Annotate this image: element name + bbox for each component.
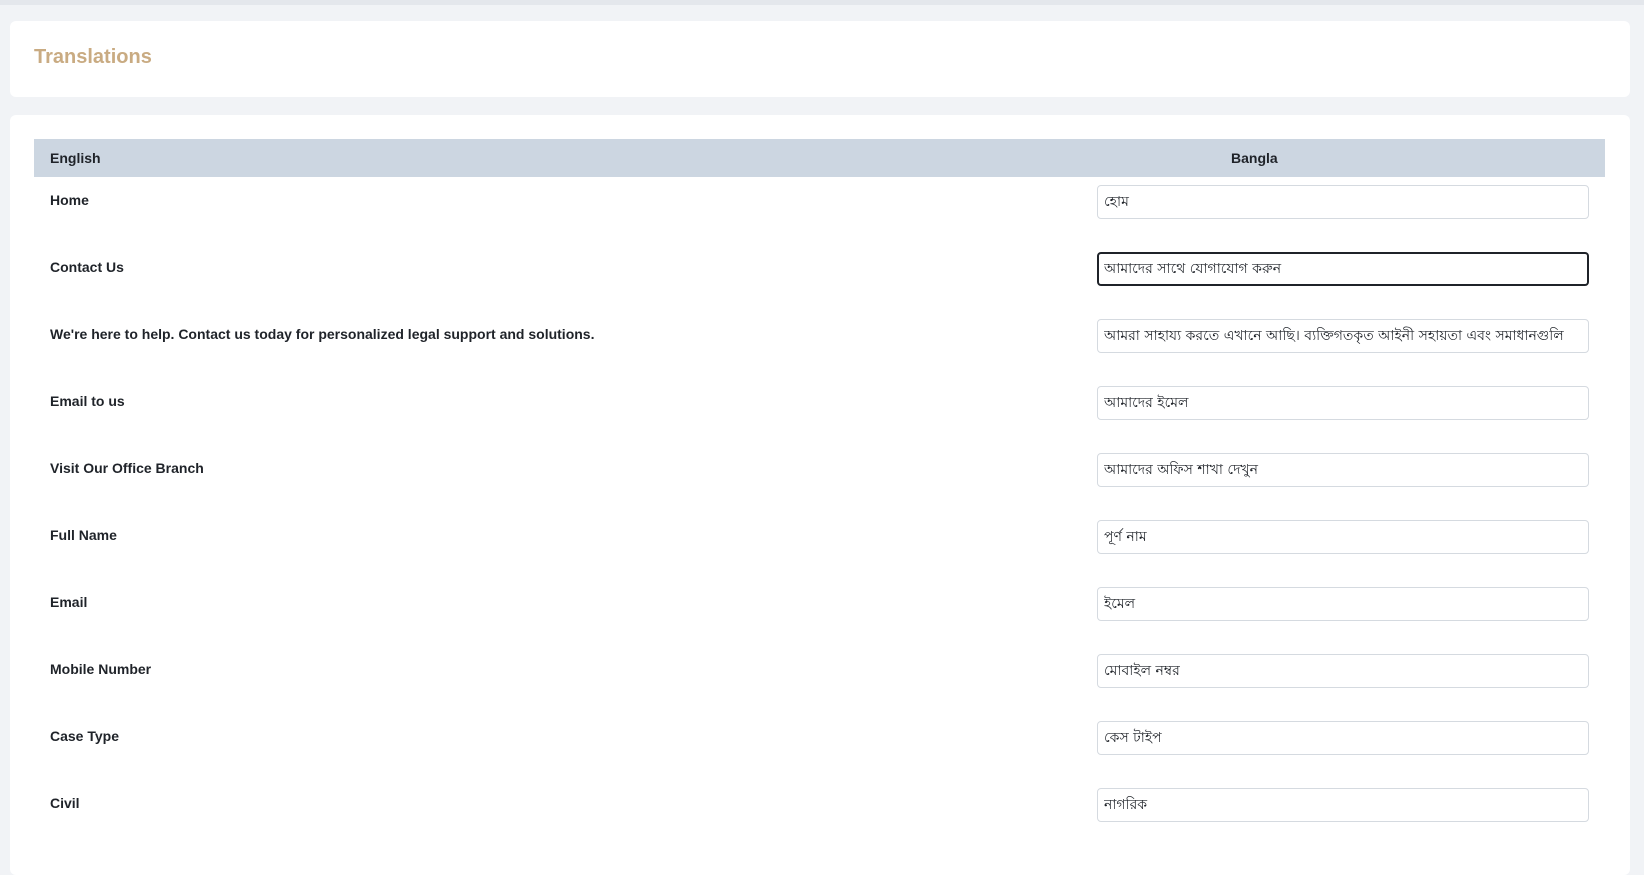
table-row: Contact Us [34,244,1605,314]
page-header-card: Translations [10,21,1630,97]
english-text: Email to us [50,393,125,409]
english-text: Contact Us [50,259,124,275]
bangla-translation-input[interactable] [1097,185,1589,219]
bangla-translation-input[interactable] [1097,788,1589,822]
column-header-bangla: Bangla [1231,150,1278,166]
table-row: Case Type [34,713,1605,783]
bangla-translation-input[interactable] [1097,721,1589,755]
table-row: Full Name [34,512,1605,582]
table-row: Visit Our Office Branch [34,445,1605,515]
english-text: Email [50,594,88,610]
english-text: Home [50,192,89,208]
english-text: Civil [50,795,80,811]
column-header-english: English [50,150,101,166]
bangla-translation-input[interactable] [1097,587,1589,621]
table-row: Email [34,579,1605,649]
page-title: Translations [34,46,152,68]
bangla-translation-input[interactable] [1097,654,1589,688]
top-bar [0,0,1644,5]
table-row: We're here to help. Contact us today for… [34,311,1605,381]
table-row: Email to us [34,378,1605,448]
bangla-translation-input[interactable] [1097,319,1589,353]
english-text: Visit Our Office Branch [50,460,204,476]
english-text: Case Type [50,728,119,744]
translations-table-card: English Bangla Home Contact Us We're her… [10,115,1630,875]
english-text: Full Name [50,527,117,543]
bangla-translation-input[interactable] [1097,520,1589,554]
table-row: Civil [34,780,1605,850]
table-row: Home [34,177,1605,247]
bangla-translation-input[interactable] [1097,386,1589,420]
bangla-translation-input[interactable] [1097,453,1589,487]
table-header: English Bangla [34,139,1605,177]
table-row: Mobile Number [34,646,1605,716]
english-text: We're here to help. Contact us today for… [50,326,595,342]
bangla-translation-input[interactable] [1097,252,1589,286]
english-text: Mobile Number [50,661,152,677]
